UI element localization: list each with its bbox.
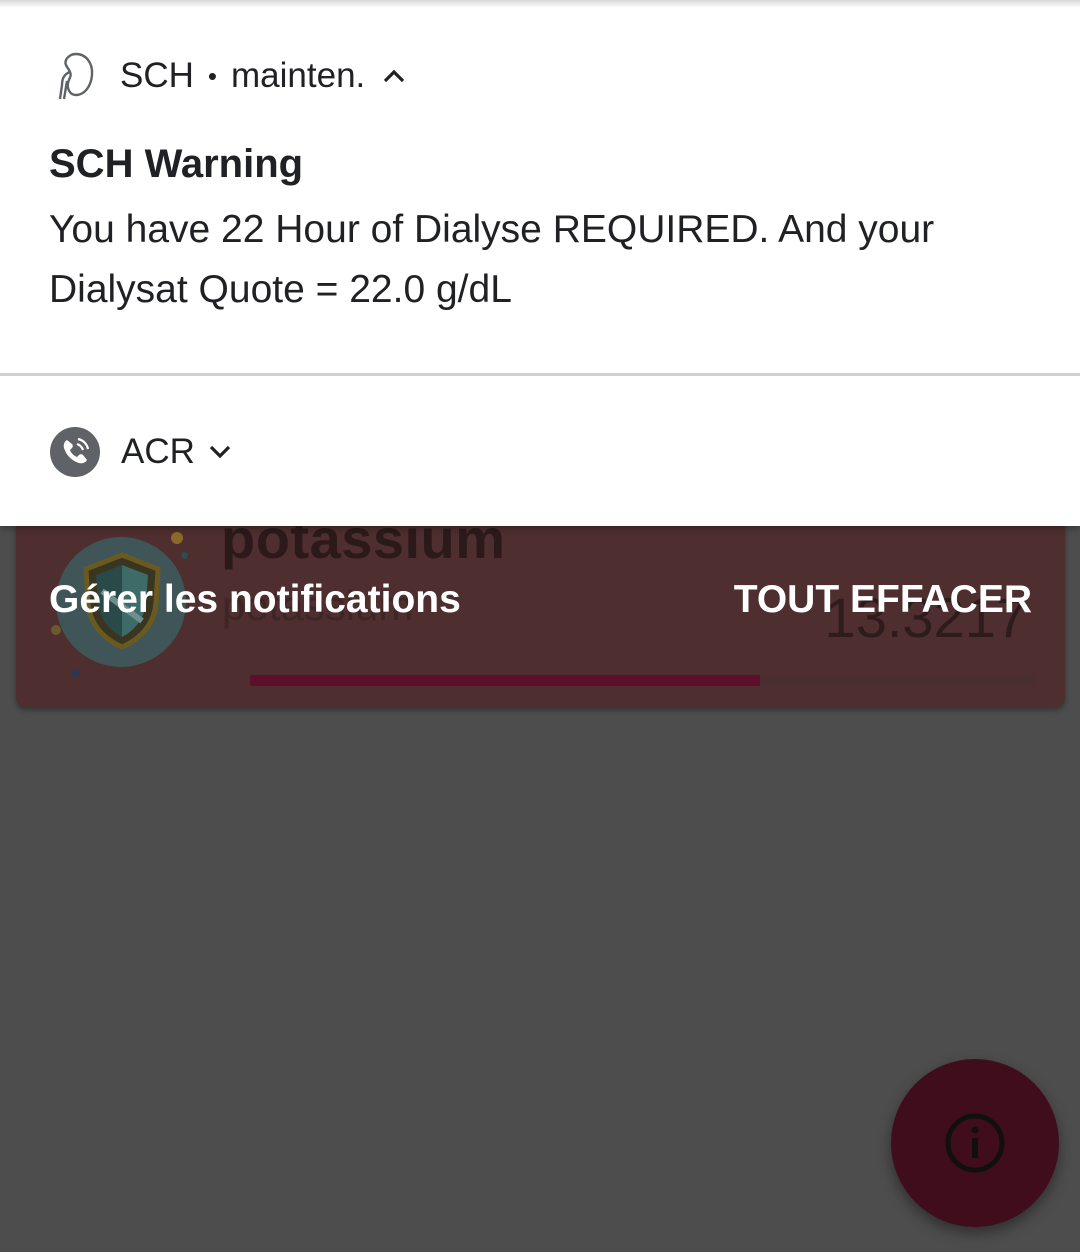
- decorative-dot: [72, 670, 79, 677]
- notification-body: You have 22 Hour of Dialyse REQUIRED. An…: [49, 208, 935, 311]
- decorative-dot: [171, 532, 183, 544]
- status-shadow: [0, 0, 1080, 8]
- progress-bar: [250, 675, 1035, 686]
- progress-fill: [250, 675, 761, 686]
- divider: [0, 373, 1080, 376]
- chevron-up-icon[interactable]: [383, 69, 405, 83]
- notification-app-name: SCH: [120, 56, 194, 95]
- kidney-icon: [58, 52, 94, 100]
- decorative-dot: [181, 552, 188, 559]
- clear-all-button[interactable]: TOUT EFFACER: [734, 578, 1032, 622]
- info-fab-button[interactable]: [891, 1059, 1059, 1227]
- notification-channel: mainten.: [231, 56, 366, 95]
- manage-notifications-button[interactable]: Gérer les notifications: [49, 578, 461, 622]
- notification-title: SCH Warning: [49, 142, 304, 186]
- info-icon: [945, 1113, 1005, 1173]
- notification-shade: SCH • mainten. SCH Warning You have 22 H…: [0, 0, 1080, 526]
- notification-app-name: ACR: [121, 432, 195, 471]
- header-separator: •: [207, 60, 218, 91]
- notification-header: SCH • mainten.: [50, 50, 405, 102]
- phone-icon: [50, 427, 100, 477]
- notification-acr[interactable]: ACR: [50, 426, 231, 478]
- chevron-down-icon[interactable]: [209, 445, 231, 459]
- decorative-dot: [51, 625, 61, 635]
